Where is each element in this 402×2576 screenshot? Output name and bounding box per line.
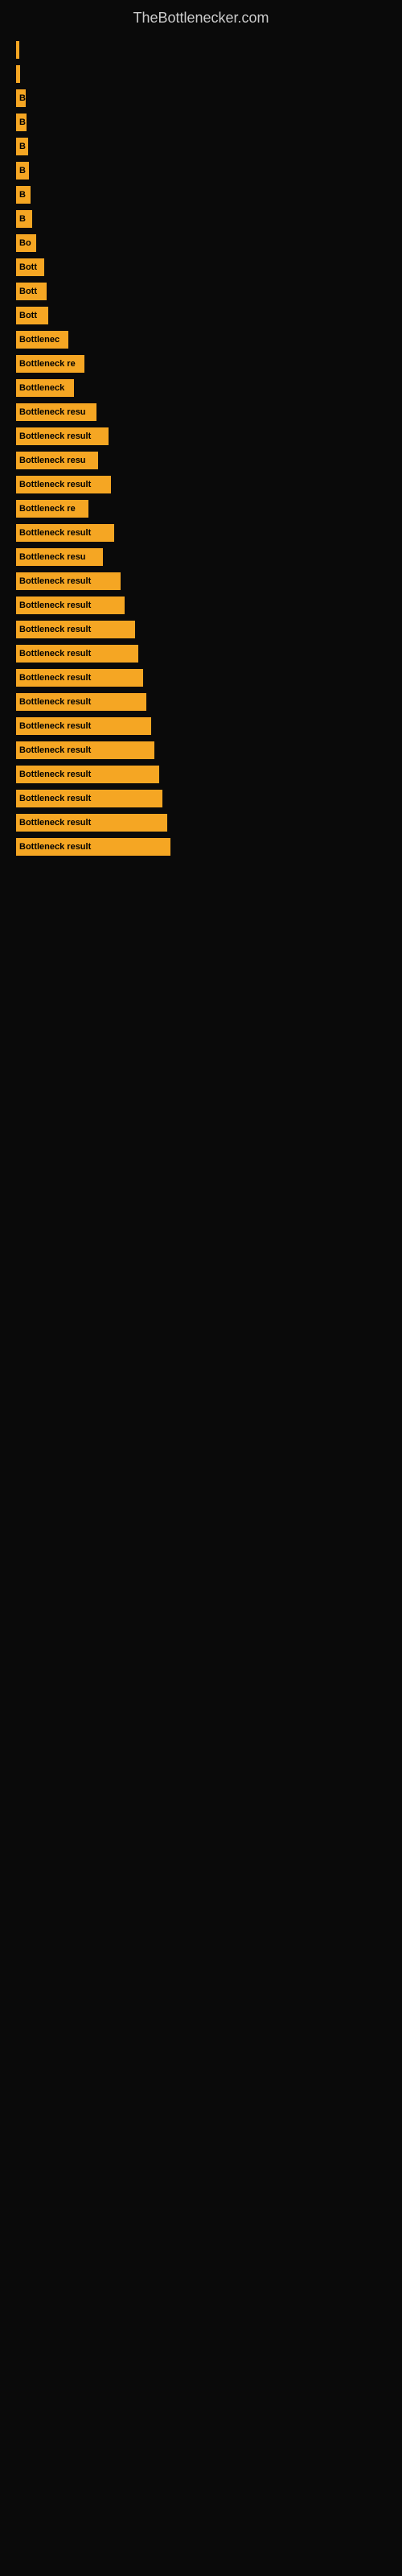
bar-item: Bottleneck result [16, 669, 402, 687]
bar-item: Bottleneck result [16, 524, 402, 542]
bar-fill: Bottleneck result [16, 572, 121, 590]
bar-item: Bott [16, 258, 402, 276]
bar-fill: Bottleneck resu [16, 403, 96, 421]
bar-fill: Bottleneck result [16, 741, 154, 759]
bar-fill: Bottleneck result [16, 766, 159, 783]
bar-item: Bottleneck result [16, 476, 402, 493]
bar-item: Bottleneck result [16, 766, 402, 783]
bar-item: Bottleneck re [16, 355, 402, 373]
bar-fill: Bottleneck result [16, 693, 146, 711]
bar-fill: Bottleneck re [16, 355, 84, 373]
bar-item: B [16, 89, 402, 107]
bar-item: Bottleneck result [16, 790, 402, 807]
bar-item: Bottleneck result [16, 814, 402, 832]
bar-fill: B [16, 114, 27, 131]
bar-fill: Bottleneck result [16, 524, 114, 542]
bar-fill: Bottleneck result [16, 669, 143, 687]
bars-container: BBBBBBBoBottBottBottBottlenecBottleneck … [0, 33, 402, 862]
bar-item: Bottleneck result [16, 717, 402, 735]
bar-fill: Bottleneck result [16, 814, 167, 832]
bar-item: Bottleneck resu [16, 403, 402, 421]
bar-item: B [16, 114, 402, 131]
bar-fill: Bo [16, 234, 36, 252]
bar-item: B [16, 186, 402, 204]
bar-item: Bottleneck result [16, 427, 402, 445]
bar-fill: B [16, 186, 31, 204]
bar-fill: Bottleneck result [16, 597, 125, 614]
bar-item: Bott [16, 283, 402, 300]
bar-item: Bottleneck re [16, 500, 402, 518]
bar-fill: Bottlenec [16, 331, 68, 349]
bar-item [16, 65, 402, 83]
bar-item: Bottleneck result [16, 693, 402, 711]
bar-item: Bottleneck resu [16, 548, 402, 566]
bar-item: Bottleneck result [16, 572, 402, 590]
bar-fill: Bott [16, 258, 44, 276]
page-container: TheBottlenecker.com BBBBBBBoBottBottBott… [0, 0, 402, 2576]
bar-item: Bottleneck result [16, 597, 402, 614]
bar-item: Bottlenec [16, 331, 402, 349]
bar-fill: Bottleneck result [16, 427, 109, 445]
bar-fill: Bottleneck result [16, 645, 138, 663]
bar-item: Bott [16, 307, 402, 324]
bar-item: Bottleneck [16, 379, 402, 397]
bar-fill: Bottleneck result [16, 838, 170, 856]
bar-item: B [16, 210, 402, 228]
bar-fill: Bottleneck [16, 379, 74, 397]
bar-fill: Bottleneck resu [16, 548, 103, 566]
bar-item: Bo [16, 234, 402, 252]
bar-fill [16, 65, 20, 83]
bar-fill: Bott [16, 283, 47, 300]
bar-item: B [16, 138, 402, 155]
bar-item: Bottleneck resu [16, 452, 402, 469]
bar-fill: Bottleneck result [16, 717, 151, 735]
bar-item: Bottleneck result [16, 621, 402, 638]
bar-fill: B [16, 138, 28, 155]
bar-fill: Bott [16, 307, 48, 324]
bar-fill: B [16, 210, 32, 228]
bar-item: B [16, 162, 402, 180]
bar-item: Bottleneck result [16, 741, 402, 759]
bar-item [16, 41, 402, 59]
bar-fill: Bottleneck re [16, 500, 88, 518]
bar-fill: Bottleneck result [16, 621, 135, 638]
bar-fill: B [16, 89, 26, 107]
bar-fill: Bottleneck resu [16, 452, 98, 469]
bar-fill [16, 41, 19, 59]
bar-fill: Bottleneck result [16, 476, 111, 493]
bar-item: Bottleneck result [16, 838, 402, 856]
bar-fill: Bottleneck result [16, 790, 162, 807]
bar-item: Bottleneck result [16, 645, 402, 663]
site-title: TheBottlenecker.com [0, 0, 402, 33]
bar-fill: B [16, 162, 29, 180]
